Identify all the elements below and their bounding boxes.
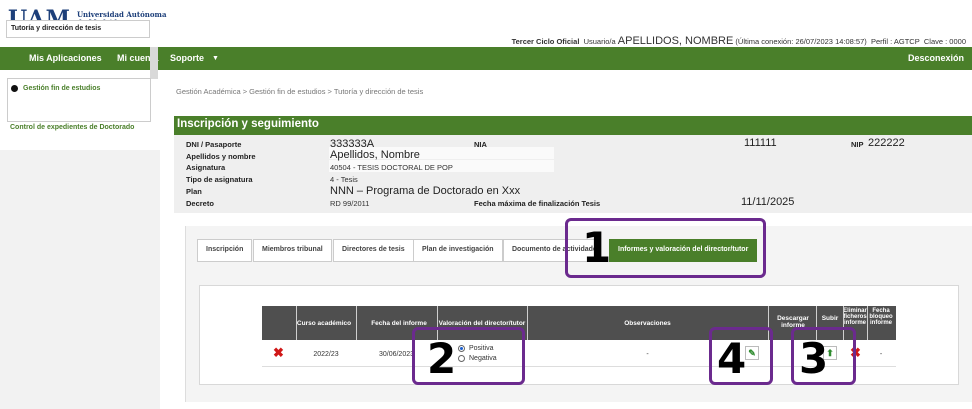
app-name: Tercer Ciclo Oficial [511, 37, 580, 46]
profile: Perfil : AGTCP [870, 37, 920, 46]
th-lock: Fecha bloqueo informe [869, 308, 893, 326]
subject-label: Asignatura [186, 163, 226, 172]
sidebar-item-tutoria[interactable]: Tutoría y dirección de tesis [6, 20, 150, 38]
th-date: Fecha del informe [371, 320, 427, 327]
sidebar-item-control[interactable]: Control de expedientes de Doctorado [10, 124, 134, 131]
tab-plan-investigacion[interactable]: Plan de investigación [413, 239, 503, 262]
callout-4: 4 [709, 327, 773, 385]
user-prefix: Usuario/a [583, 37, 616, 46]
callout-2: 2 [412, 327, 525, 385]
callout-1: 1 [565, 218, 766, 278]
nia-label: NIA [474, 140, 487, 149]
sidebar-panel: Gestión fin de estudios [7, 78, 151, 122]
nia-value: 111111 [744, 137, 777, 149]
tab-directores[interactable]: Directores de tesis [333, 239, 414, 262]
deadline-value: 11/11/2025 [741, 196, 795, 208]
student-info: DNI / Pasaporte 333333A NIA 111111 NIP 2… [174, 135, 972, 213]
nip-value: 222222 [868, 137, 905, 149]
cell-year: 2022/23 [313, 351, 339, 358]
callout-3: 3 [791, 327, 856, 385]
plan-label: Plan [186, 187, 202, 196]
key: Clave : 0000 [923, 37, 966, 46]
chevron-down-icon[interactable]: ▼ [212, 55, 219, 62]
th-delete: Eliminar ficheros informe [843, 308, 867, 326]
tab-miembros-tribunal[interactable]: Miembros tribunal [253, 239, 332, 262]
type-value: 4 - Tesis [330, 175, 358, 184]
nip-label: NIP [851, 140, 864, 149]
collapse-icon[interactable] [11, 85, 18, 92]
tab-inscripcion[interactable]: Inscripción [197, 239, 253, 262]
menu-apps[interactable]: Mis Aplicaciones [29, 53, 102, 63]
logout-link[interactable]: Desconexión [908, 53, 964, 63]
delete-row-icon[interactable]: ✖ [273, 345, 284, 361]
breadcrumb: Gestión Académica > Gestión fin de estud… [176, 87, 424, 96]
subject-value: 40504 - TESIS DOCTORAL DE POP [330, 163, 453, 172]
panel-splitter[interactable] [150, 47, 158, 79]
user-name: APELLIDOS, NOMBRE [617, 35, 734, 47]
cell-lock: - [879, 351, 883, 358]
plan-value: NNN – Programa de Doctorado en Xxx [330, 185, 521, 197]
user-bar: Tercer Ciclo Oficial Usuario/a APELLIDOS… [512, 35, 966, 47]
name-value: Apellidos, Nombre [330, 149, 420, 161]
sidebar-section[interactable]: Gestión fin de estudios [11, 85, 100, 92]
th-upload: Subir [821, 315, 839, 322]
th-notes: Observaciones [624, 320, 671, 327]
th-rating: Valoración del director/tutor [438, 320, 526, 327]
menu-support[interactable]: Soporte [170, 53, 204, 63]
decree-value: RD 99/2011 [330, 199, 370, 208]
th-year: Curso académico [296, 320, 352, 327]
last-login: (Última conexión: 26/07/2023 14:08:57) [735, 37, 867, 46]
decree-label: Decreto [186, 199, 214, 208]
deadline-label: Fecha máxima de finalización Tesis [474, 199, 601, 208]
dni-label: DNI / Pasaporte [186, 140, 242, 149]
name-label: Apellidos y nombre [186, 152, 256, 161]
type-label: Tipo de asignatura [186, 175, 253, 184]
section-title: Inscripción y seguimiento [174, 116, 972, 135]
left-background [0, 150, 160, 409]
main-menu: Mis Aplicaciones Mi cuenta Soporte ▼ Des… [0, 47, 972, 70]
